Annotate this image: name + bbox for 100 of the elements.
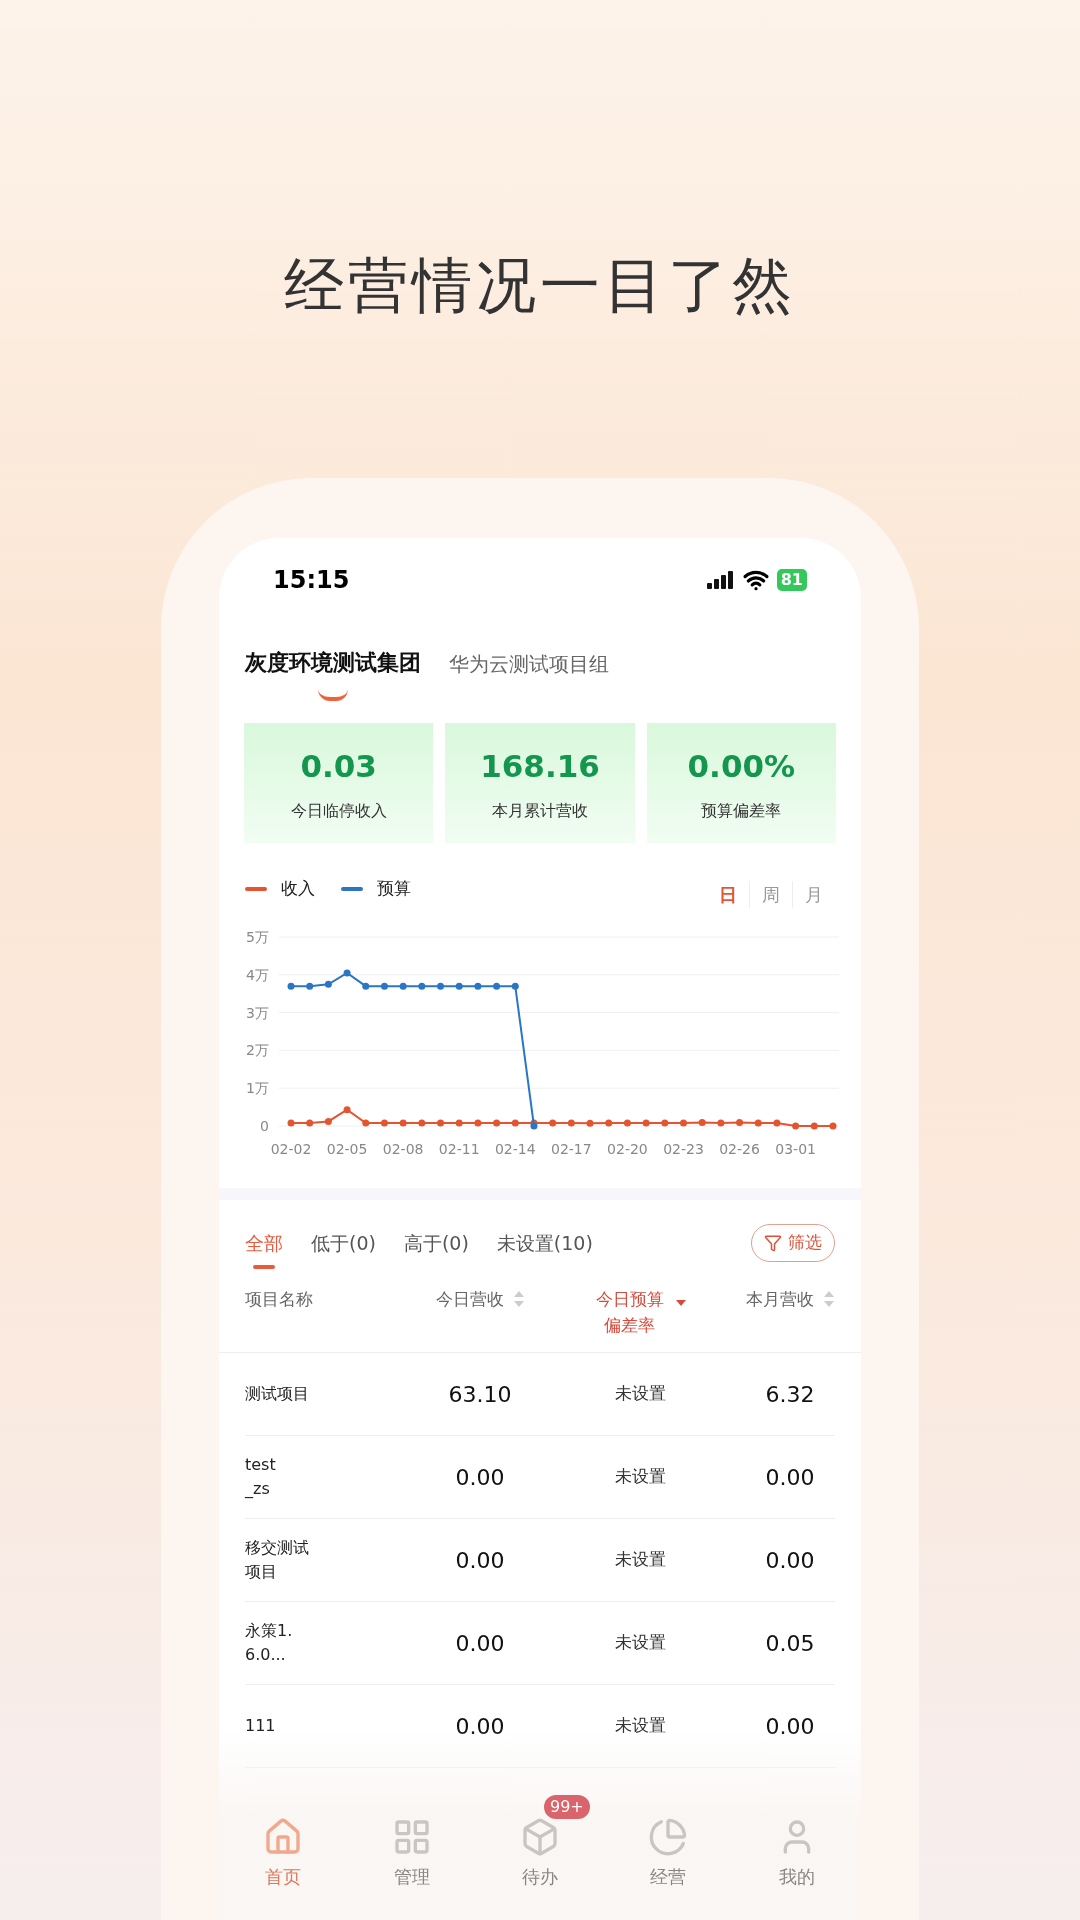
table-cell-text: test _zs: [245, 1454, 277, 1500]
column-header: 今日预算偏差率: [595, 1288, 665, 1337]
stat-label: 预算偏差率: [701, 800, 782, 823]
data-point: [418, 1119, 426, 1127]
table-cell-text: 0.05: [764, 1629, 816, 1658]
table-cell-text: 0.00: [454, 1546, 506, 1575]
data-point: [754, 1119, 762, 1127]
period-tab[interactable]: 月: [792, 881, 835, 908]
table-cell-text: 0.00: [454, 1629, 506, 1658]
data-point: [418, 982, 426, 990]
tab-indicator: [253, 1265, 275, 1270]
data-point: [287, 982, 295, 990]
x-tick-label: 02-11: [438, 1141, 480, 1157]
nav-item[interactable]: 待办: [519, 1817, 560, 1890]
nav-item[interactable]: 我的: [776, 1817, 817, 1890]
data-point: [474, 982, 482, 990]
data-point: [437, 982, 444, 990]
data-point: [736, 1119, 744, 1127]
battery-indicator: 81: [776, 569, 807, 591]
y-tick-label: 0: [260, 1118, 269, 1134]
filter-icon: [764, 1234, 782, 1252]
stat-value: 0.03: [300, 746, 377, 786]
data-point: [511, 982, 519, 990]
data-point: [829, 1122, 837, 1130]
data-point: [455, 1119, 463, 1127]
filter-tab[interactable]: 低于(0): [311, 1228, 376, 1258]
data-point: [586, 1119, 594, 1127]
table-cell-text: 0.00: [764, 1546, 816, 1575]
y-tick-label: 3万: [246, 1004, 269, 1021]
period-tab[interactable]: 周: [749, 881, 792, 908]
data-point: [437, 1119, 444, 1127]
y-tick-label: 2万: [246, 1042, 269, 1059]
table-cell-text: 未设置: [613, 1382, 667, 1406]
data-point: [567, 1119, 575, 1127]
data-point: [306, 1119, 314, 1127]
legend-label: 收入: [281, 876, 315, 900]
headline: 经营情况一目了然: [284, 249, 796, 322]
data-point: [306, 982, 314, 990]
stat-label: 今日临停收入: [290, 800, 387, 823]
data-point: [474, 1119, 482, 1127]
table-cell-text: 未设置: [613, 1548, 667, 1572]
table-cell-text: 63.10: [447, 1380, 513, 1409]
column-header: 今日营收: [436, 1288, 504, 1311]
stat-value: 168.16: [480, 746, 600, 786]
nav-item[interactable]: 首页: [263, 1817, 304, 1890]
legend-swatch: [245, 886, 267, 891]
data-point: [380, 982, 388, 990]
table-cell-text: 未设置: [613, 1631, 667, 1655]
data-point: [773, 1119, 781, 1127]
y-tick-label: 5万: [246, 929, 269, 945]
data-point: [549, 1119, 557, 1127]
filter-tab[interactable]: 高于(0): [403, 1228, 469, 1258]
data-point: [399, 982, 407, 990]
data-point: [362, 1119, 370, 1127]
data-point: [661, 1119, 669, 1127]
y-tick-label: 1万: [246, 1080, 269, 1097]
data-point: [698, 1119, 706, 1127]
table-cell-text: 移交测试项目: [245, 1537, 310, 1583]
x-tick-label: 02-17: [551, 1141, 592, 1157]
x-tick-label: 02-14: [494, 1141, 536, 1157]
status-time: 15:15: [273, 565, 350, 596]
org-tab[interactable]: 灰度环境测试集团: [245, 646, 421, 683]
legend-swatch: [341, 886, 363, 891]
data-point: [399, 1119, 407, 1127]
data-point: [324, 980, 332, 988]
x-tick-label: 02-26: [719, 1141, 760, 1157]
data-point: [810, 1122, 818, 1130]
stat-label: 本月累计营收: [492, 800, 588, 823]
table-cell-text: 111: [245, 1715, 277, 1737]
table-cell-text: 0.00: [764, 1712, 816, 1741]
table-cell-text: 未设置: [613, 1465, 667, 1489]
nav-item[interactable]: 管理: [391, 1817, 432, 1890]
data-point: [343, 1106, 351, 1114]
data-point: [792, 1122, 800, 1130]
signal-icon: [706, 571, 735, 589]
data-point: [511, 1119, 519, 1127]
data-point: [717, 1119, 725, 1127]
data-point: [493, 982, 501, 990]
y-tick-label: 4万: [246, 966, 269, 983]
filter-tab[interactable]: 全部: [245, 1228, 283, 1258]
x-tick-label: 02-23: [663, 1141, 704, 1157]
badge: 99+: [543, 1795, 590, 1819]
column-header: 本月营收: [746, 1288, 814, 1311]
period-tab[interactable]: 日: [707, 881, 749, 908]
data-point: [605, 1119, 613, 1127]
filter-tab[interactable]: 未设置(10): [496, 1228, 593, 1258]
data-point: [362, 982, 370, 990]
data-point: [642, 1119, 650, 1127]
table-cell-text: 永策1. 6.0...: [245, 1620, 294, 1666]
table-cell-text: 6.32: [764, 1380, 816, 1409]
org-tab[interactable]: 华为云测试项目组: [449, 649, 609, 683]
table-cell-text: 测试项目: [245, 1383, 310, 1405]
data-point: [680, 1119, 687, 1127]
stat-value: 0.00%: [687, 746, 796, 786]
data-point: [343, 969, 351, 977]
table-cell-text: 0.00: [454, 1463, 506, 1492]
x-tick-label: 02-02: [270, 1141, 312, 1157]
table-cell-text: 0.00: [764, 1463, 816, 1492]
nav-item[interactable]: 经营: [648, 1817, 689, 1890]
legend-label: 预算: [377, 876, 411, 900]
